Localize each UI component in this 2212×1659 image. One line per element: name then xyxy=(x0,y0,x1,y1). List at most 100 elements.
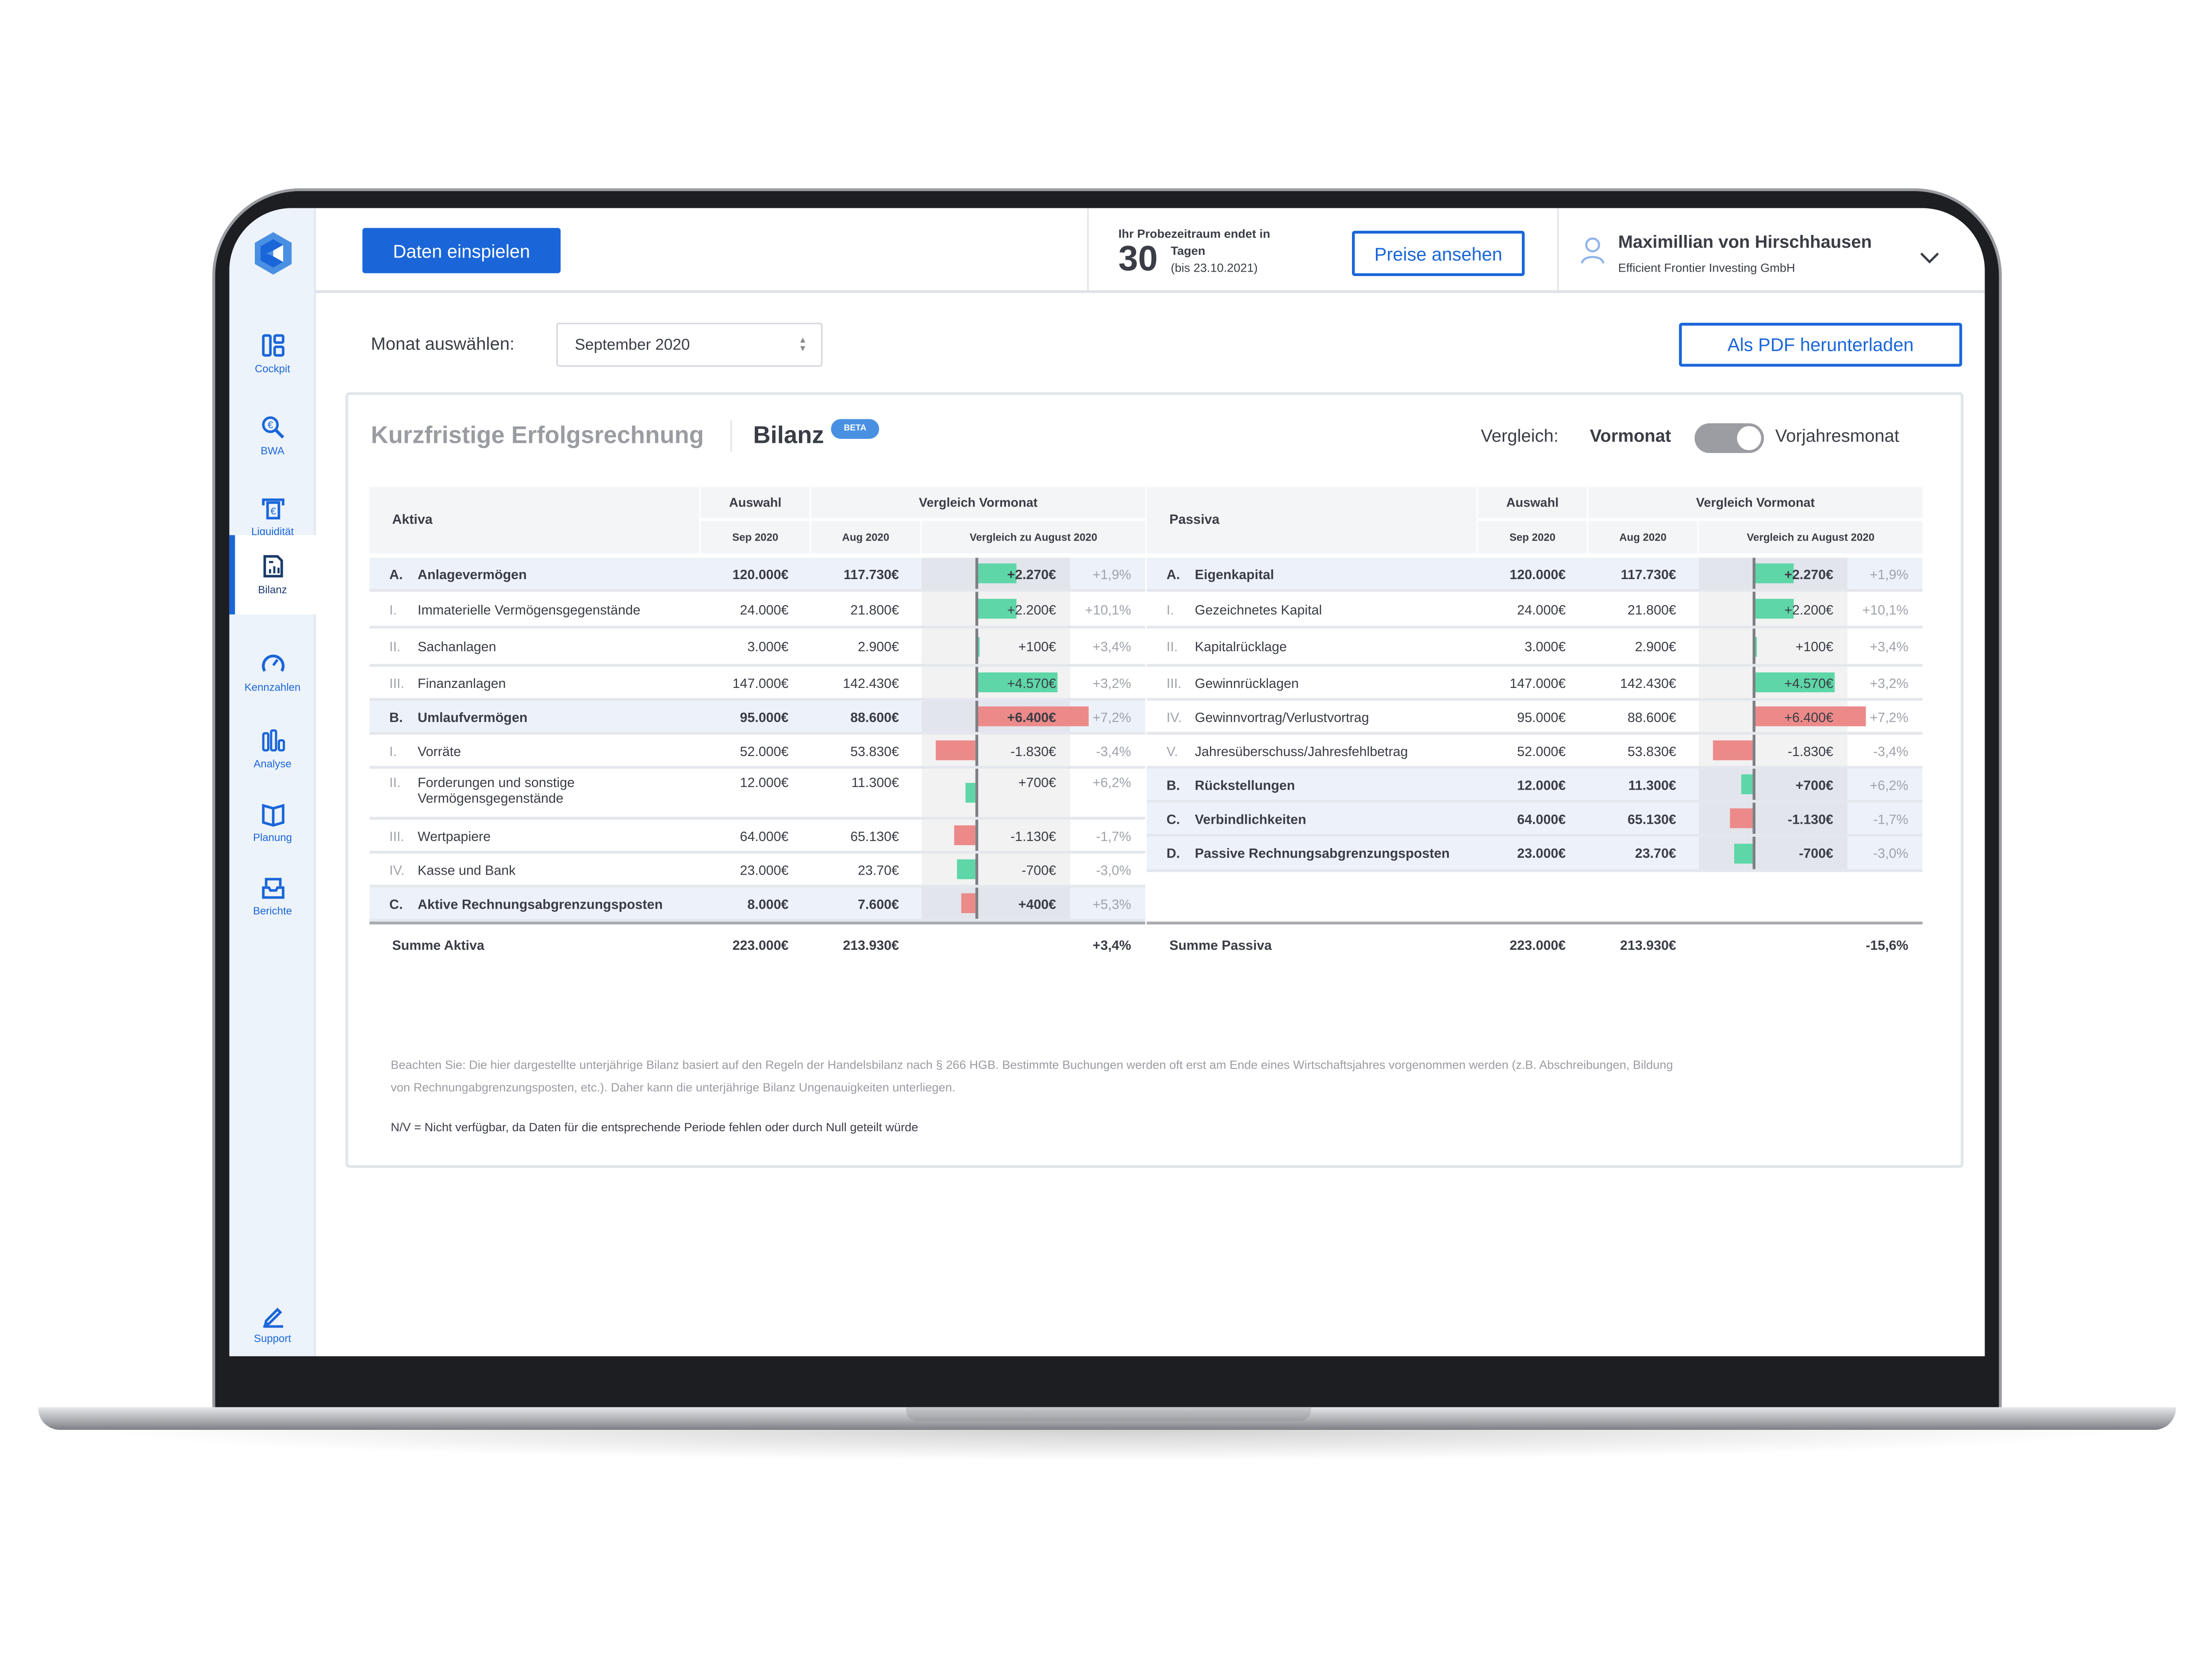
download-pdf-button[interactable]: Als PDF herunterladen xyxy=(1679,323,1962,367)
sidebar: Cockpit € BWA € Liquidität Bilanz Kennzahlen An… xyxy=(229,208,316,1356)
tab-kurzfristige-erfolgsrechnung[interactable]: Kurzfristige Erfolgsrechnung xyxy=(371,422,704,450)
compare-toggle[interactable] xyxy=(1694,423,1764,453)
value-diff: +700€ xyxy=(1018,776,1056,791)
row-number: B. xyxy=(1166,778,1180,794)
sidebar-item-berichte[interactable]: Berichte xyxy=(229,856,315,936)
row-label: Sachanlagen xyxy=(418,640,496,656)
view-prices-button[interactable]: Preise ansehen xyxy=(1352,230,1525,276)
value-diff: +2.200€ xyxy=(1784,602,1833,618)
row-number: C. xyxy=(1166,812,1180,828)
value-diff: +6.400€ xyxy=(1007,710,1056,726)
row-label: Rückstellungen xyxy=(1194,778,1295,794)
value-pct: +10,1% xyxy=(1085,602,1131,618)
value-pct: -3,4% xyxy=(1096,744,1131,760)
column-header-aug: Aug 2020 xyxy=(811,521,920,554)
sum-label: Summe Aktiva xyxy=(392,938,484,954)
value-sep: 95.000€ xyxy=(740,710,789,726)
table-row: III. Gewinnrücklagen 147.000€ 142.430€ +4.57… xyxy=(1147,667,1923,701)
column-header-vergleich: Vergleich Vormonat xyxy=(811,487,1145,518)
compare-option-vormonat[interactable]: Vormonat xyxy=(1590,426,1671,446)
row-label: Finanzanlagen xyxy=(418,676,506,692)
value-diff: +100€ xyxy=(1018,640,1056,656)
sidebar-item-support[interactable]: Support xyxy=(229,1284,315,1356)
balance-table-aktiva: Aktiva Auswahl Vergleich Vormonat Sep 2020 A… xyxy=(369,487,1145,968)
sidebar-item-label: BWA xyxy=(261,444,284,457)
sidebar-item-analyse[interactable]: Analyse xyxy=(229,709,315,788)
sidebar-item-cockpit[interactable]: Cockpit xyxy=(229,314,315,393)
laptop-notch xyxy=(906,1407,1311,1421)
value-pct: -1,7% xyxy=(1096,829,1131,845)
table-row: II. Forderungen und sonstige Vermögensgeg… xyxy=(369,768,1145,820)
value-pct: +3,2% xyxy=(1092,676,1131,692)
column-header-title: Aktiva xyxy=(369,487,699,554)
table-row: C. Verbindlichkeiten 64.000€ 65.130€ -1.130€… xyxy=(1147,803,1923,837)
value-aug: 21.800€ xyxy=(850,602,899,618)
table-row: IV. Gewinnvortrag/Verlustvortrag 95.000€ 88… xyxy=(1147,701,1923,735)
row-number: III. xyxy=(389,829,404,845)
sidebar-item-kennzahlen[interactable]: Kennzahlen xyxy=(229,633,315,712)
table-row: C. Aktive Rechnungsabgrenzungsposten 8.000… xyxy=(369,887,1145,922)
company-name: Efficient Frontier Investing GmbH xyxy=(1618,260,1795,275)
row-number: IV. xyxy=(389,863,405,879)
trial-unit: Tagen xyxy=(1171,243,1206,258)
sum-sep: 223.000€ xyxy=(732,938,789,954)
balance-table-passiva: Passiva Auswahl Vergleich Vormonat Sep 2020… xyxy=(1147,487,1923,968)
value-sep: 147.000€ xyxy=(732,676,789,692)
import-data-button[interactable]: Daten einspielen xyxy=(362,228,561,273)
value-pct: +7,2% xyxy=(1092,710,1131,726)
value-sep: 95.000€ xyxy=(1517,710,1566,726)
hexagon-logo-icon[interactable] xyxy=(252,231,295,283)
sidebar-item-bwa[interactable]: € BWA xyxy=(229,396,315,476)
value-diff: +700€ xyxy=(1795,778,1833,794)
value-pct: +7,2% xyxy=(1870,710,1909,726)
value-pct: -3,4% xyxy=(1873,744,1909,760)
column-header-aug: Aug 2020 xyxy=(1588,521,1697,554)
na-note: N/V = Nicht verfügbar, da Daten für die … xyxy=(391,1120,918,1134)
row-label: Kapitalrücklage xyxy=(1194,640,1287,656)
tab-bilanz[interactable]: Bilanz xyxy=(753,422,824,450)
column-header-compare: Vergleich zu August 2020 xyxy=(922,521,1145,554)
row-label: Verbindlichkeiten xyxy=(1194,812,1306,828)
sidebar-item-planung[interactable]: Planung xyxy=(229,783,315,862)
sort-arrows-icon: ▲ ▼ xyxy=(798,337,807,354)
row-label: Umlaufvermögen xyxy=(418,710,528,726)
balance-card: Kurzfristige Erfolgsrechnung Bilanz BETA… xyxy=(345,392,1964,1168)
sum-divider xyxy=(369,922,1145,925)
beta-badge: BETA xyxy=(831,419,879,439)
user-name[interactable]: Maximillian von Hirschhausen xyxy=(1618,232,1872,252)
month-select[interactable]: September 2020 ▲ ▼ xyxy=(556,323,823,367)
sum-aug: 213.930€ xyxy=(843,938,899,954)
table-row: A. Eigenkapital 120.000€ 117.730€ +2.270€ +1,… xyxy=(1147,557,1923,592)
value-diff: +6.400€ xyxy=(1784,710,1833,726)
sidebar-item-label: Kennzahlen xyxy=(244,681,301,694)
column-header-vergleich: Vergleich Vormonat xyxy=(1588,487,1923,518)
row-number: I. xyxy=(1166,602,1174,618)
row-number: I. xyxy=(389,744,397,760)
app-screen: Cockpit € BWA € Liquidität Bilanz Kennzahlen An… xyxy=(229,208,1985,1356)
laptop-shadow xyxy=(85,1430,2138,1461)
pencil-icon xyxy=(262,1307,283,1328)
dashboard-icon xyxy=(261,334,284,357)
table-row: I. Vorräte 52.000€ 53.830€ -1.830€ -3,4% xyxy=(369,734,1145,769)
table-row: III. Finanzanlagen 147.000€ 142.430€ +4.570€… xyxy=(369,667,1145,701)
chevron-down-icon[interactable] xyxy=(1920,246,1939,272)
sum-pct: +3,4% xyxy=(1092,938,1131,954)
compare-option-vorjahresmonat[interactable]: Vorjahresmonat xyxy=(1775,426,1899,446)
sum-divider xyxy=(1147,922,1923,925)
table-row: I. Gezeichnetes Kapital 24.000€ 21.800€ +2.2… xyxy=(1147,591,1923,629)
row-label: Gewinnvortrag/Verlustvortrag xyxy=(1194,710,1369,726)
sidebar-item-label: Cockpit xyxy=(254,362,290,375)
sidebar-item-bilanz[interactable]: Bilanz xyxy=(229,535,316,614)
value-aug: 53.830€ xyxy=(1627,744,1676,760)
value-sep: 8.000€ xyxy=(747,897,789,913)
bar-chart-icon xyxy=(261,729,284,752)
sidebar-item-label: Analyse xyxy=(253,757,292,770)
row-number: C. xyxy=(389,897,403,913)
row-number: IV. xyxy=(1166,710,1182,726)
value-pct: +10,1% xyxy=(1862,602,1909,618)
value-sep: 12.000€ xyxy=(740,776,789,791)
value-diff: -1.830€ xyxy=(1010,744,1056,760)
value-aug: 117.730€ xyxy=(843,567,899,583)
row-number: II. xyxy=(1166,640,1178,656)
value-diff: +400€ xyxy=(1018,897,1056,913)
